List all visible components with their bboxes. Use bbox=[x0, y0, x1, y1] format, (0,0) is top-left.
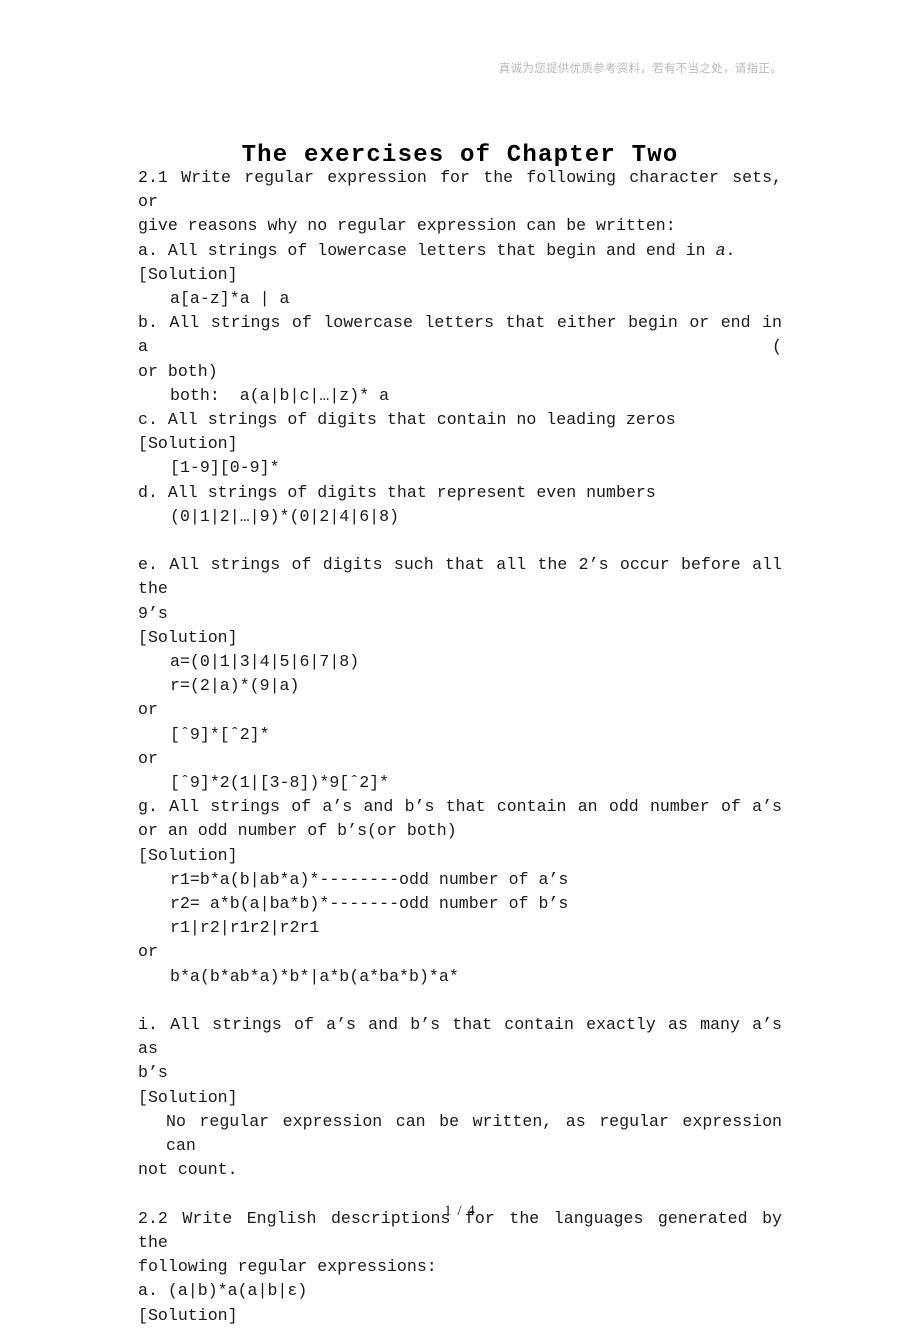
exercise-2-2-item-a-solution-label: [Solution] bbox=[138, 1305, 238, 1325]
item-e-answer-r: r=(2|a)*(9|a) bbox=[170, 676, 300, 696]
item-e-question-line-1: e. All strings of digits such that all t… bbox=[138, 555, 782, 599]
item-e-or-1: or bbox=[138, 700, 158, 720]
item-a-question-emph: a bbox=[715, 240, 726, 260]
item-g-answer-r2: r2= a*b(a|ba*b)*-------odd number of b’s bbox=[170, 894, 569, 914]
item-g-answer-r1: r1=b*a(b|ab*a)*--------odd number of a’s bbox=[170, 869, 569, 889]
spacer-after-item-d bbox=[138, 529, 782, 553]
spacer-after-item-g bbox=[138, 989, 782, 1013]
exercise-2-1-prompt-line-1: 2.1 Write regular expression for the fol… bbox=[138, 168, 782, 212]
item-d-question: d. All strings of digits that represent … bbox=[138, 482, 656, 502]
item-a-question-period: . bbox=[725, 240, 736, 260]
item-i-answer-line-2: not count. bbox=[138, 1160, 238, 1180]
page-number-footer: 1 / 4 bbox=[444, 1203, 476, 1219]
item-i-question-line-1: i. All strings of a’s and b’s that conta… bbox=[138, 1015, 782, 1059]
item-c-question: c. All strings of digits that contain no… bbox=[138, 410, 676, 430]
item-e-answer-alt-2: [ˆ9]*2(1|[3-8])*9[ˆ2]* bbox=[170, 773, 390, 793]
item-i-solution-label: [Solution] bbox=[138, 1087, 238, 1107]
item-a-question: a. All strings of lowercase letters that… bbox=[138, 239, 782, 263]
item-e-question-line-2: 9’s bbox=[138, 603, 168, 623]
document-body: 2.1 Write regular expression for the fol… bbox=[138, 166, 782, 1328]
page-header-watermark: 真诚为您提供优质参考资料，若有不当之处，请指正。 bbox=[498, 61, 782, 75]
item-g-question-line-2: or an odd number of b’s(or both) bbox=[138, 821, 457, 841]
item-g-question-line-1: g. All strings of a’s and b’s that conta… bbox=[138, 797, 782, 817]
item-i-question-line-2: b’s bbox=[138, 1063, 168, 1083]
item-g-or: or bbox=[138, 942, 158, 962]
item-c-solution-label: [Solution] bbox=[138, 434, 238, 454]
document-page: 真诚为您提供优质参考资料，若有不当之处，请指正。 The exercises o… bbox=[0, 0, 920, 1325]
item-b-question-line-1: b. All strings of lowercase letters that… bbox=[138, 313, 782, 357]
item-i-answer-line-1: No regular expression can be written, as… bbox=[166, 1111, 782, 1156]
exercise-2-1-prompt-line-2: give reasons why no regular expression c… bbox=[138, 216, 676, 236]
item-e-answer-alt-1: [ˆ9]*[ˆ2]* bbox=[170, 724, 270, 744]
item-e-or-2: or bbox=[138, 748, 158, 768]
item-g-answer-alt: b*a(b*ab*a)*b*|a*b(a*ba*b)*a* bbox=[170, 966, 459, 986]
item-g-solution-label: [Solution] bbox=[138, 845, 238, 865]
item-g-answer-combined: r1|r2|r1r2|r2r1 bbox=[170, 918, 320, 938]
item-a-answer: a[a-z]*a | a bbox=[170, 289, 290, 309]
item-a-question-text: a. All strings of lowercase letters that… bbox=[138, 240, 716, 260]
exercise-2-2-item-a-question: a. (a|b)*a(a|b|ε) bbox=[138, 1281, 308, 1301]
item-d-answer: (0|1|2|…|9)*(0|2|4|6|8) bbox=[170, 506, 400, 526]
item-a-solution-label: [Solution] bbox=[138, 264, 238, 284]
item-c-answer: [1-9][0-9]* bbox=[170, 458, 280, 478]
item-e-answer-a: a=(0|1|3|4|5|6|7|8) bbox=[170, 652, 360, 672]
exercise-2-2-prompt-line-2: following regular expressions: bbox=[138, 1257, 437, 1277]
item-b-answer: both: a(a|b|c|…|z)* a bbox=[170, 385, 390, 405]
item-b-question-line-2: or both) bbox=[138, 361, 218, 381]
item-e-solution-label: [Solution] bbox=[138, 627, 238, 647]
